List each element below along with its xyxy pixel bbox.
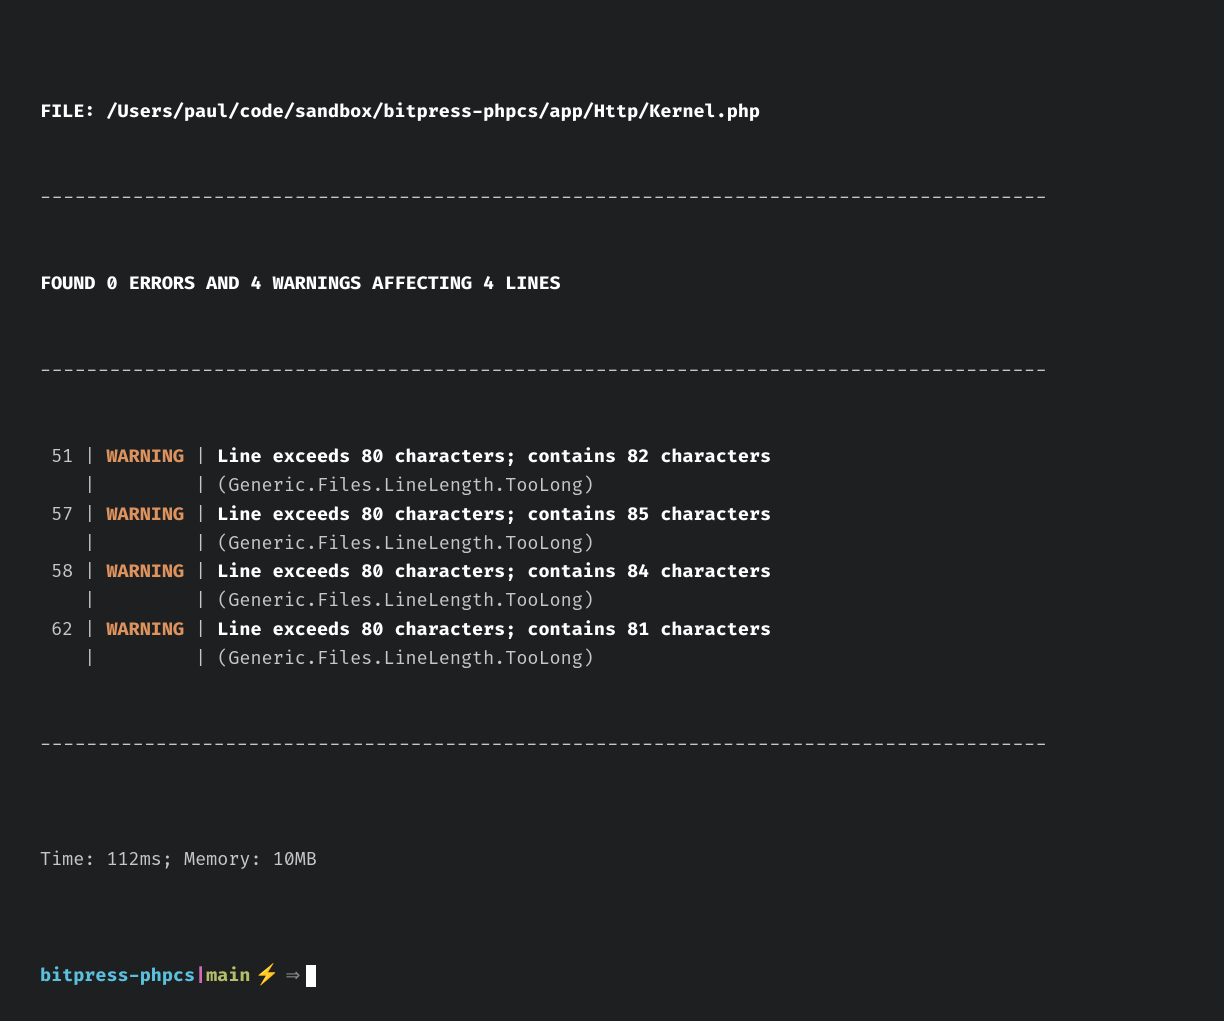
warnings-list: 51 | WARNING | Line exceeds 80 character… <box>40 443 1184 673</box>
warning-level: WARNING <box>106 503 184 526</box>
pipe-separator: | <box>184 532 217 555</box>
file-path: /Users/paul/code/sandbox/bitpress-phpcs/… <box>106 100 760 123</box>
file-label: FILE: <box>40 100 106 123</box>
memory-value: 10MB <box>273 848 317 871</box>
pipe-separator: | <box>73 445 106 468</box>
stats-line: Time: 112ms; Memory: 10MB <box>40 846 1184 875</box>
prompt-directory: bitpress-phpcs <box>40 962 195 991</box>
line-number: 58 <box>40 560 73 583</box>
pipe-separator: | <box>184 474 217 497</box>
pipe-separator: | <box>73 503 106 526</box>
prompt-branch: main <box>206 962 250 991</box>
pipe-separator: | <box>73 560 106 583</box>
pipe-separator: | <box>73 532 106 555</box>
summary-line: FOUND 0 ERRORS AND 4 WARNINGS AFFECTING … <box>40 270 1184 299</box>
divider-line: ----------------------------------------… <box>40 731 1184 760</box>
prompt-arrow: ⇒ <box>285 962 300 991</box>
pipe-separator: | <box>184 589 217 612</box>
pipe-separator: | <box>184 503 217 526</box>
warning-rule-row: | | (Generic.Files.LineLength.TooLong) <box>40 645 1184 674</box>
warning-row: 57 | WARNING | Line exceeds 80 character… <box>40 501 1184 530</box>
cursor <box>306 965 316 987</box>
pipe-separator: | <box>73 647 106 670</box>
warning-rule: (Generic.Files.LineLength.TooLong) <box>217 474 594 497</box>
pipe-separator: | <box>184 618 217 641</box>
warning-row: 51 | WARNING | Line exceeds 80 character… <box>40 443 1184 472</box>
warning-row: 58 | WARNING | Line exceeds 80 character… <box>40 558 1184 587</box>
warning-rule-row: | | (Generic.Files.LineLength.TooLong) <box>40 587 1184 616</box>
warning-rule: (Generic.Files.LineLength.TooLong) <box>217 647 594 670</box>
warning-rule: (Generic.Files.LineLength.TooLong) <box>217 532 594 555</box>
pipe-separator: | <box>73 618 106 641</box>
pipe-separator: | <box>73 474 106 497</box>
warning-level: WARNING <box>106 560 184 583</box>
warning-rule: (Generic.Files.LineLength.TooLong) <box>217 589 594 612</box>
file-header: FILE: /Users/paul/code/sandbox/bitpress-… <box>40 98 1184 127</box>
warning-message: Line exceeds 80 characters; contains 82 … <box>217 445 771 468</box>
warning-message: Line exceeds 80 characters; contains 81 … <box>217 618 771 641</box>
divider-line: ----------------------------------------… <box>40 357 1184 386</box>
terminal-output: FILE: /Users/paul/code/sandbox/bitpress-… <box>40 40 1184 1021</box>
warning-level: WARNING <box>106 445 184 468</box>
divider-line: ----------------------------------------… <box>40 184 1184 213</box>
time-value: 112ms <box>106 848 161 871</box>
line-number: 51 <box>40 445 73 468</box>
bolt-icon: ⚡ <box>254 960 279 992</box>
shell-prompt[interactable]: bitpress-phpcs|main⚡⇒ <box>40 960 1184 992</box>
pipe-separator: | <box>73 589 106 612</box>
prompt-separator: | <box>195 962 206 991</box>
warning-row: 62 | WARNING | Line exceeds 80 character… <box>40 616 1184 645</box>
line-number: 62 <box>40 618 73 641</box>
warning-rule-row: | | (Generic.Files.LineLength.TooLong) <box>40 530 1184 559</box>
time-label: Time: <box>40 848 106 871</box>
line-number: 57 <box>40 503 73 526</box>
warning-message: Line exceeds 80 characters; contains 85 … <box>217 503 771 526</box>
memory-label: ; Memory: <box>162 848 273 871</box>
warning-level: WARNING <box>106 618 184 641</box>
pipe-separator: | <box>184 445 217 468</box>
warning-message: Line exceeds 80 characters; contains 84 … <box>217 560 771 583</box>
pipe-separator: | <box>184 560 217 583</box>
warning-rule-row: | | (Generic.Files.LineLength.TooLong) <box>40 472 1184 501</box>
pipe-separator: | <box>184 647 217 670</box>
